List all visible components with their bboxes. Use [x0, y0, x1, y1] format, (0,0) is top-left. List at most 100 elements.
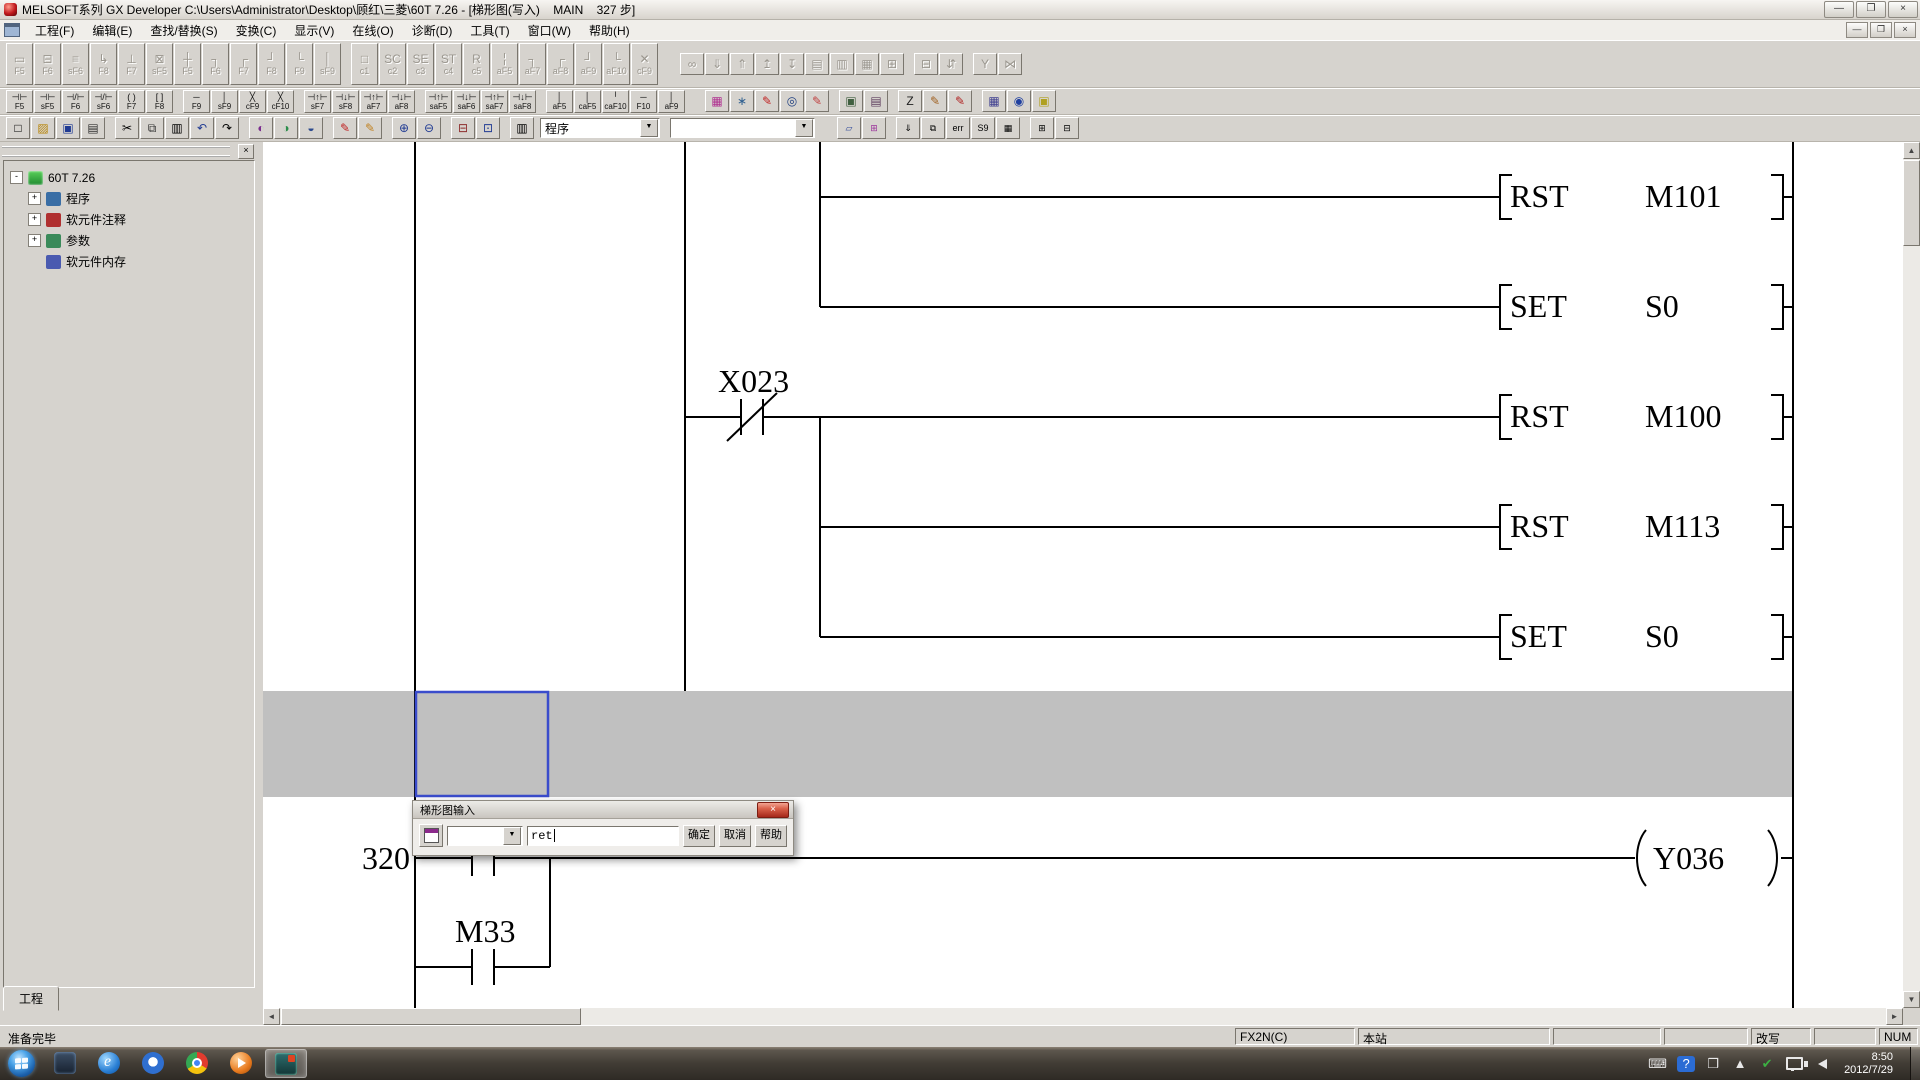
- open-contact-button[interactable]: ⊣⊢ F5: [6, 90, 33, 113]
- dialog-title-bar[interactable]: 梯形图输入 ×: [413, 801, 793, 819]
- mdi-minimize-button[interactable]: —: [1846, 22, 1868, 38]
- verify-icon[interactable]: ⇵: [939, 53, 963, 75]
- new-project-icon[interactable]: □: [6, 117, 30, 139]
- block-conversion-icon[interactable]: ▤: [805, 53, 829, 75]
- expand-icon[interactable]: +: [28, 234, 41, 247]
- internet-explorer-icon[interactable]: [89, 1049, 129, 1076]
- window-split-icon[interactable]: ⊟: [451, 117, 475, 139]
- tree-root-item[interactable]: - 60T 7.26: [10, 167, 254, 188]
- program-combo[interactable]: 程序 ▼: [540, 118, 660, 138]
- menu-item[interactable]: 编辑(E): [83, 20, 141, 41]
- zoom-in-icon[interactable]: ⊕: [392, 117, 416, 139]
- sfc-line-f8-button[interactable]: ┘ F8: [258, 43, 285, 85]
- step-return-icon[interactable]: ↧: [780, 53, 804, 75]
- copy-monitor-icon[interactable]: ⧉: [921, 117, 945, 139]
- menu-item[interactable]: 变换(C): [227, 20, 286, 41]
- menu-item[interactable]: 在线(O): [343, 20, 402, 41]
- error-jump-icon[interactable]: err: [946, 117, 970, 139]
- transfer-setup-icon[interactable]: ⇓: [896, 117, 920, 139]
- insert-edit-icon[interactable]: ✎: [358, 117, 382, 139]
- device-test-icon[interactable]: Z: [898, 90, 922, 112]
- gx-developer-taskbar-icon[interactable]: [265, 1049, 307, 1078]
- device-comment-display-icon[interactable]: ▦: [705, 90, 729, 112]
- vertical-scrollbar[interactable]: ▲ ▼: [1903, 142, 1920, 1008]
- sfc-line-f9-button[interactable]: └ F9: [286, 43, 313, 85]
- filter-icon[interactable]: Y: [973, 53, 997, 75]
- note-edit-icon[interactable]: ▦: [982, 90, 1006, 112]
- show-hidden-icons-button[interactable]: ▲: [1731, 1056, 1749, 1072]
- parallel-rising-negate-button[interactable]: ⊣↑⊢ saF7: [481, 90, 508, 113]
- copy-icon[interactable]: ⧉: [140, 117, 164, 139]
- step-jump-icon[interactable]: ↥: [755, 53, 779, 75]
- horizontal-scroll-thumb[interactable]: [281, 1008, 581, 1025]
- comment-edit-icon[interactable]: ✎: [923, 90, 947, 112]
- expand-icon[interactable]: +: [28, 213, 41, 226]
- sfc-step-f5-button[interactable]: ▭ F5: [6, 43, 33, 85]
- macro-icon[interactable]: ▣: [1032, 90, 1056, 112]
- parallel-rising-pulse-button[interactable]: ⊣↑⊢ aF7: [360, 90, 387, 113]
- display-comment-icon[interactable]: ◒: [299, 117, 323, 139]
- network-icon[interactable]: [1785, 1056, 1804, 1072]
- sfc-block-sf6-button[interactable]: ≡ sF6: [62, 43, 89, 85]
- open-project-icon[interactable]: ▨: [31, 117, 55, 139]
- falling-pulse-negate-button[interactable]: ⊣↓⊢ saF6: [453, 90, 480, 113]
- scroll-down-icon[interactable]: ▼: [1903, 991, 1920, 1008]
- sfc-rule-af8-button[interactable]: ┌ aF8: [547, 43, 574, 85]
- falling-pulse-button[interactable]: ⊣↓⊢ sF8: [332, 90, 359, 113]
- ladder-sfc-toggle-icon[interactable]: ▥: [510, 117, 534, 139]
- horizontal-line-write-button[interactable]: ─ F10: [630, 90, 657, 113]
- chevron-down-icon[interactable]: ▼: [640, 119, 658, 137]
- display-setup-icon[interactable]: ⋈: [998, 53, 1022, 75]
- menu-item[interactable]: 工具(T): [461, 20, 518, 41]
- vertical-line-button[interactable]: │ sF9: [211, 90, 238, 113]
- write-mode-icon[interactable]: ✎: [755, 90, 779, 112]
- tree-item[interactable]: + 程序: [10, 188, 254, 209]
- partial-run-icon[interactable]: ▦: [996, 117, 1020, 139]
- help-icon[interactable]: ?: [1677, 1056, 1695, 1072]
- menu-item[interactable]: 诊断(D): [403, 20, 462, 41]
- dialog-close-icon[interactable]: ×: [757, 802, 789, 818]
- tree-item[interactable]: + 参数: [10, 230, 254, 251]
- panel-header[interactable]: ×: [2, 144, 254, 158]
- vertical-scroll-thumb[interactable]: [1903, 160, 1920, 246]
- ladder-monitor-icon[interactable]: ▤: [864, 90, 888, 112]
- monitor-write-mode-icon[interactable]: ▣: [839, 90, 863, 112]
- sfc-rule-c1-button[interactable]: □ c1: [351, 43, 378, 85]
- display-color-icon[interactable]: ◐: [249, 117, 273, 139]
- sfc-rule-af9-button[interactable]: ┘ aF9: [575, 43, 602, 85]
- chevron-down-icon[interactable]: ▼: [503, 827, 521, 845]
- menu-item[interactable]: 窗口(W): [519, 20, 580, 41]
- step-run-icon[interactable]: S9: [971, 117, 995, 139]
- start-button[interactable]: [8, 1050, 35, 1077]
- cut-icon[interactable]: ✂: [115, 117, 139, 139]
- mdi-restore-button[interactable]: ❐: [1870, 22, 1892, 38]
- monitor-stop-icon[interactable]: ⊟: [914, 53, 938, 75]
- application-instruction-button[interactable]: [ ] F8: [146, 90, 173, 113]
- sfc-jump-f8-button[interactable]: ↳ F8: [90, 43, 117, 85]
- monitor-start-icon[interactable]: ⊞: [880, 53, 904, 75]
- sfc-rule-c3-button[interactable]: SE c3: [407, 43, 434, 85]
- invert-result-button[interactable]: │ aF5: [546, 90, 573, 113]
- sfc-rule-af7-button[interactable]: ┐ aF7: [519, 43, 546, 85]
- statement-edit-icon[interactable]: ✎: [948, 90, 972, 112]
- convert-result-falling-button[interactable]: ╵ caF10: [602, 90, 629, 113]
- tree-item[interactable]: 软元件内存: [10, 251, 254, 272]
- paste-icon[interactable]: ▥: [165, 117, 189, 139]
- tab-project[interactable]: 工程: [3, 986, 59, 1011]
- write-to-plc-icon[interactable]: ⇓: [705, 53, 729, 75]
- taskbar-clock[interactable]: 8:50 2012/7/29: [1844, 1051, 1893, 1077]
- scroll-up-icon[interactable]: ▲: [1903, 142, 1920, 159]
- delete-vertical-line-button[interactable]: ╳ cF10: [267, 90, 294, 113]
- menu-item[interactable]: 查找/替换(S): [141, 20, 226, 41]
- undo-icon[interactable]: ↶: [190, 117, 214, 139]
- pinned-app-icon[interactable]: [45, 1049, 85, 1076]
- ladder-input-dialog[interactable]: 梯形图输入 × ▼ ret 确定 取消 帮助: [412, 800, 794, 856]
- menu-item[interactable]: 工程(F): [26, 20, 83, 41]
- parallel-falling-negate-button[interactable]: ⊣↓⊢ saF8: [509, 90, 536, 113]
- close-button[interactable]: ×: [1888, 1, 1918, 18]
- display-mode-icon[interactable]: ◑: [274, 117, 298, 139]
- mdi-close-button[interactable]: ×: [1894, 22, 1916, 38]
- zoom-out-icon[interactable]: ⊖: [417, 117, 441, 139]
- menu-item[interactable]: 帮助(H): [580, 20, 639, 41]
- redo-icon[interactable]: ↷: [215, 117, 239, 139]
